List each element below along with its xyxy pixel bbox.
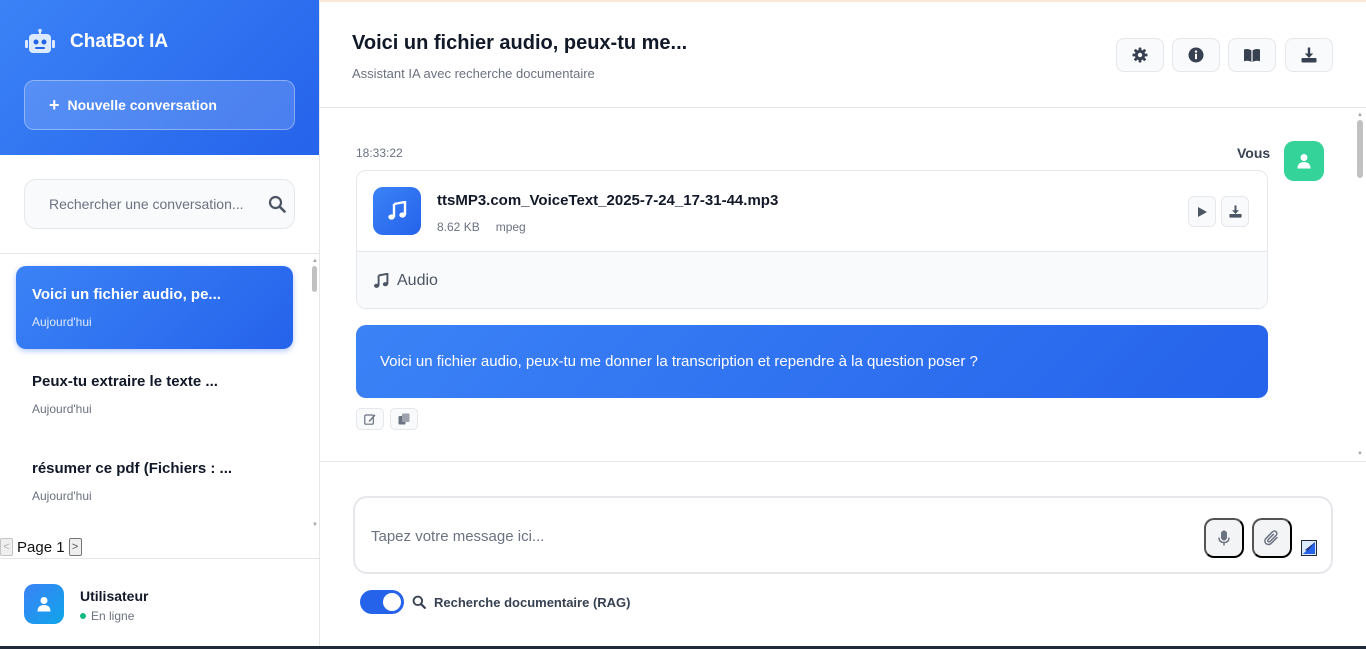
user-avatar[interactable] — [24, 584, 64, 624]
copy-message-button[interactable] — [390, 408, 418, 430]
search-icon[interactable] — [268, 195, 286, 213]
scroll-down-icon[interactable]: ▼ — [1357, 451, 1363, 457]
sidebar-scrollbar[interactable]: ▲ ▼ — [312, 258, 318, 528]
pager: < Page 1 > — [0, 537, 82, 557]
attachment-file-name: ttsMP3.com_VoiceText_2025-7-24_17-31-44.… — [437, 192, 779, 209]
music-icon — [374, 273, 389, 288]
play-audio-button[interactable] — [1188, 196, 1216, 227]
conversation-date: Aujourd'hui — [32, 402, 92, 416]
attachment-meta: 8.62 KB mpeg — [437, 220, 526, 234]
user-icon — [1297, 154, 1311, 169]
conversation-item-active[interactable]: Voici un fichier audio, pe... Aujourd'hu… — [16, 266, 293, 349]
conversation-list: Voici un fichier audio, pe... Aujourd'hu… — [0, 254, 319, 534]
info-button[interactable] — [1172, 38, 1220, 72]
send-icon — [1302, 541, 1316, 555]
message-user-avatar — [1284, 141, 1324, 181]
chat-messages: 18:33:22 Vous ttsMP3.com_VoiceText_2025-… — [320, 109, 1366, 462]
edit-icon — [364, 414, 376, 425]
attachment-info: ttsMP3.com_VoiceText_2025-7-24_17-31-44.… — [357, 171, 1267, 252]
user-status-text: En ligne — [91, 609, 135, 623]
settings-button[interactable] — [1116, 38, 1164, 72]
gear-icon — [1132, 47, 1148, 63]
main-panel: Voici un fichier audio, peux-tu me... As… — [320, 0, 1366, 649]
microphone-icon — [1218, 530, 1230, 546]
search-icon — [412, 595, 426, 609]
conversation-title: Voici un fichier audio, pe... — [32, 286, 221, 303]
conversation-title: résumer ce pdf (Fichiers : ... — [32, 460, 233, 477]
conversation-date: Aujourd'hui — [32, 489, 92, 503]
conversation-item[interactable]: résumer ce pdf (Fichiers : ... Aujourd'h… — [16, 440, 293, 523]
user-name: Utilisateur — [80, 588, 149, 604]
documents-button[interactable] — [1228, 38, 1276, 72]
send-button[interactable] — [1301, 540, 1317, 556]
conversation-search — [24, 179, 295, 229]
user-message-text: Voici un fichier audio, peux-tu me donne… — [380, 353, 978, 370]
user-panel: Utilisateur En ligne — [0, 558, 319, 649]
scroll-up-icon[interactable]: ▲ — [1357, 112, 1363, 118]
page-subtitle: Assistant IA avec recherche documentaire — [352, 66, 595, 81]
copy-icon — [398, 413, 410, 425]
edit-message-button[interactable] — [356, 408, 384, 430]
attach-file-button[interactable] — [1252, 518, 1292, 558]
message-input[interactable] — [371, 514, 1191, 558]
plus-icon: + — [49, 95, 60, 115]
info-icon — [1188, 47, 1204, 63]
download-icon — [1301, 47, 1317, 63]
brand: ChatBot IA — [24, 28, 168, 56]
chat-scrollbar[interactable]: ▲ ▼ — [1357, 112, 1363, 458]
scroll-up-icon[interactable]: ▲ — [312, 258, 318, 264]
chat-header: Voici un fichier audio, peux-tu me... As… — [320, 2, 1366, 108]
user-message-bubble: Voici un fichier audio, peux-tu me donne… — [356, 325, 1268, 398]
online-dot-icon — [80, 613, 86, 619]
pager-label: Page 1 — [17, 538, 65, 556]
message-composer — [353, 496, 1333, 574]
attachment-preview-label: Audio — [397, 272, 438, 289]
export-button[interactable] — [1285, 38, 1333, 72]
paperclip-icon — [1264, 529, 1278, 545]
brand-title: ChatBot IA — [70, 31, 169, 52]
rag-toggle-row: Recherche documentaire (RAG) — [360, 590, 631, 614]
message-author: Vous — [1237, 145, 1271, 161]
audio-attachment-card: ttsMP3.com_VoiceText_2025-7-24_17-31-44.… — [356, 170, 1268, 309]
sidebar-header: ChatBot IA + Nouvelle conversation — [0, 0, 319, 155]
page-title: Voici un fichier audio, peux-tu me... — [352, 32, 688, 54]
message-timestamp: 18:33:22 — [356, 146, 403, 160]
rag-label: Recherche documentaire (RAG) — [434, 594, 631, 610]
voice-input-button[interactable] — [1204, 518, 1244, 558]
user-icon — [37, 597, 51, 612]
play-icon — [1198, 206, 1207, 217]
pager-prev-button[interactable]: < — [0, 538, 13, 556]
conversation-date: Aujourd'hui — [32, 315, 92, 329]
scroll-down-icon[interactable]: ▼ — [312, 522, 318, 528]
attachment-preview: Audio — [357, 252, 1267, 308]
download-attachment-button[interactable] — [1221, 196, 1249, 227]
conversation-title: Peux-tu extraire le texte ... — [32, 373, 218, 390]
rag-toggle[interactable] — [360, 590, 404, 614]
new-conversation-button[interactable]: + Nouvelle conversation — [24, 80, 295, 130]
music-file-icon — [373, 187, 421, 235]
conversation-search-input[interactable] — [25, 180, 255, 228]
download-icon — [1228, 205, 1242, 218]
robot-icon — [24, 28, 56, 56]
user-status: En ligne — [80, 609, 134, 623]
sidebar-scroll-thumb[interactable] — [312, 266, 317, 292]
rag-toggle-knob — [383, 593, 401, 611]
sidebar: ChatBot IA + Nouvelle conversation Voici… — [0, 0, 320, 649]
attachment-size: 8.62 KB — [437, 220, 480, 234]
attachment-type: mpeg — [495, 220, 526, 234]
chat-scroll-thumb[interactable] — [1357, 120, 1363, 178]
book-icon — [1244, 48, 1260, 62]
conversation-item[interactable]: Peux-tu extraire le texte ... Aujourd'hu… — [16, 353, 293, 436]
new-conversation-label: Nouvelle conversation — [67, 97, 217, 113]
pager-next-button[interactable]: > — [68, 538, 82, 556]
